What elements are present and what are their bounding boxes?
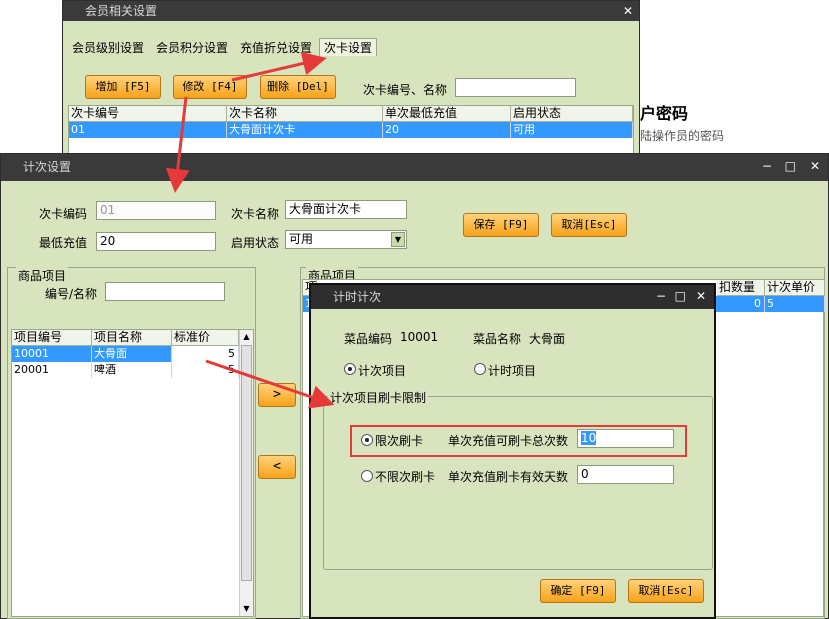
arrow-to-timer-group — [205, 359, 335, 409]
arrow-to-card-tab — [231, 51, 327, 82]
arrow-to-count-window — [165, 96, 190, 193]
annotation-arrows — [165, 51, 335, 409]
